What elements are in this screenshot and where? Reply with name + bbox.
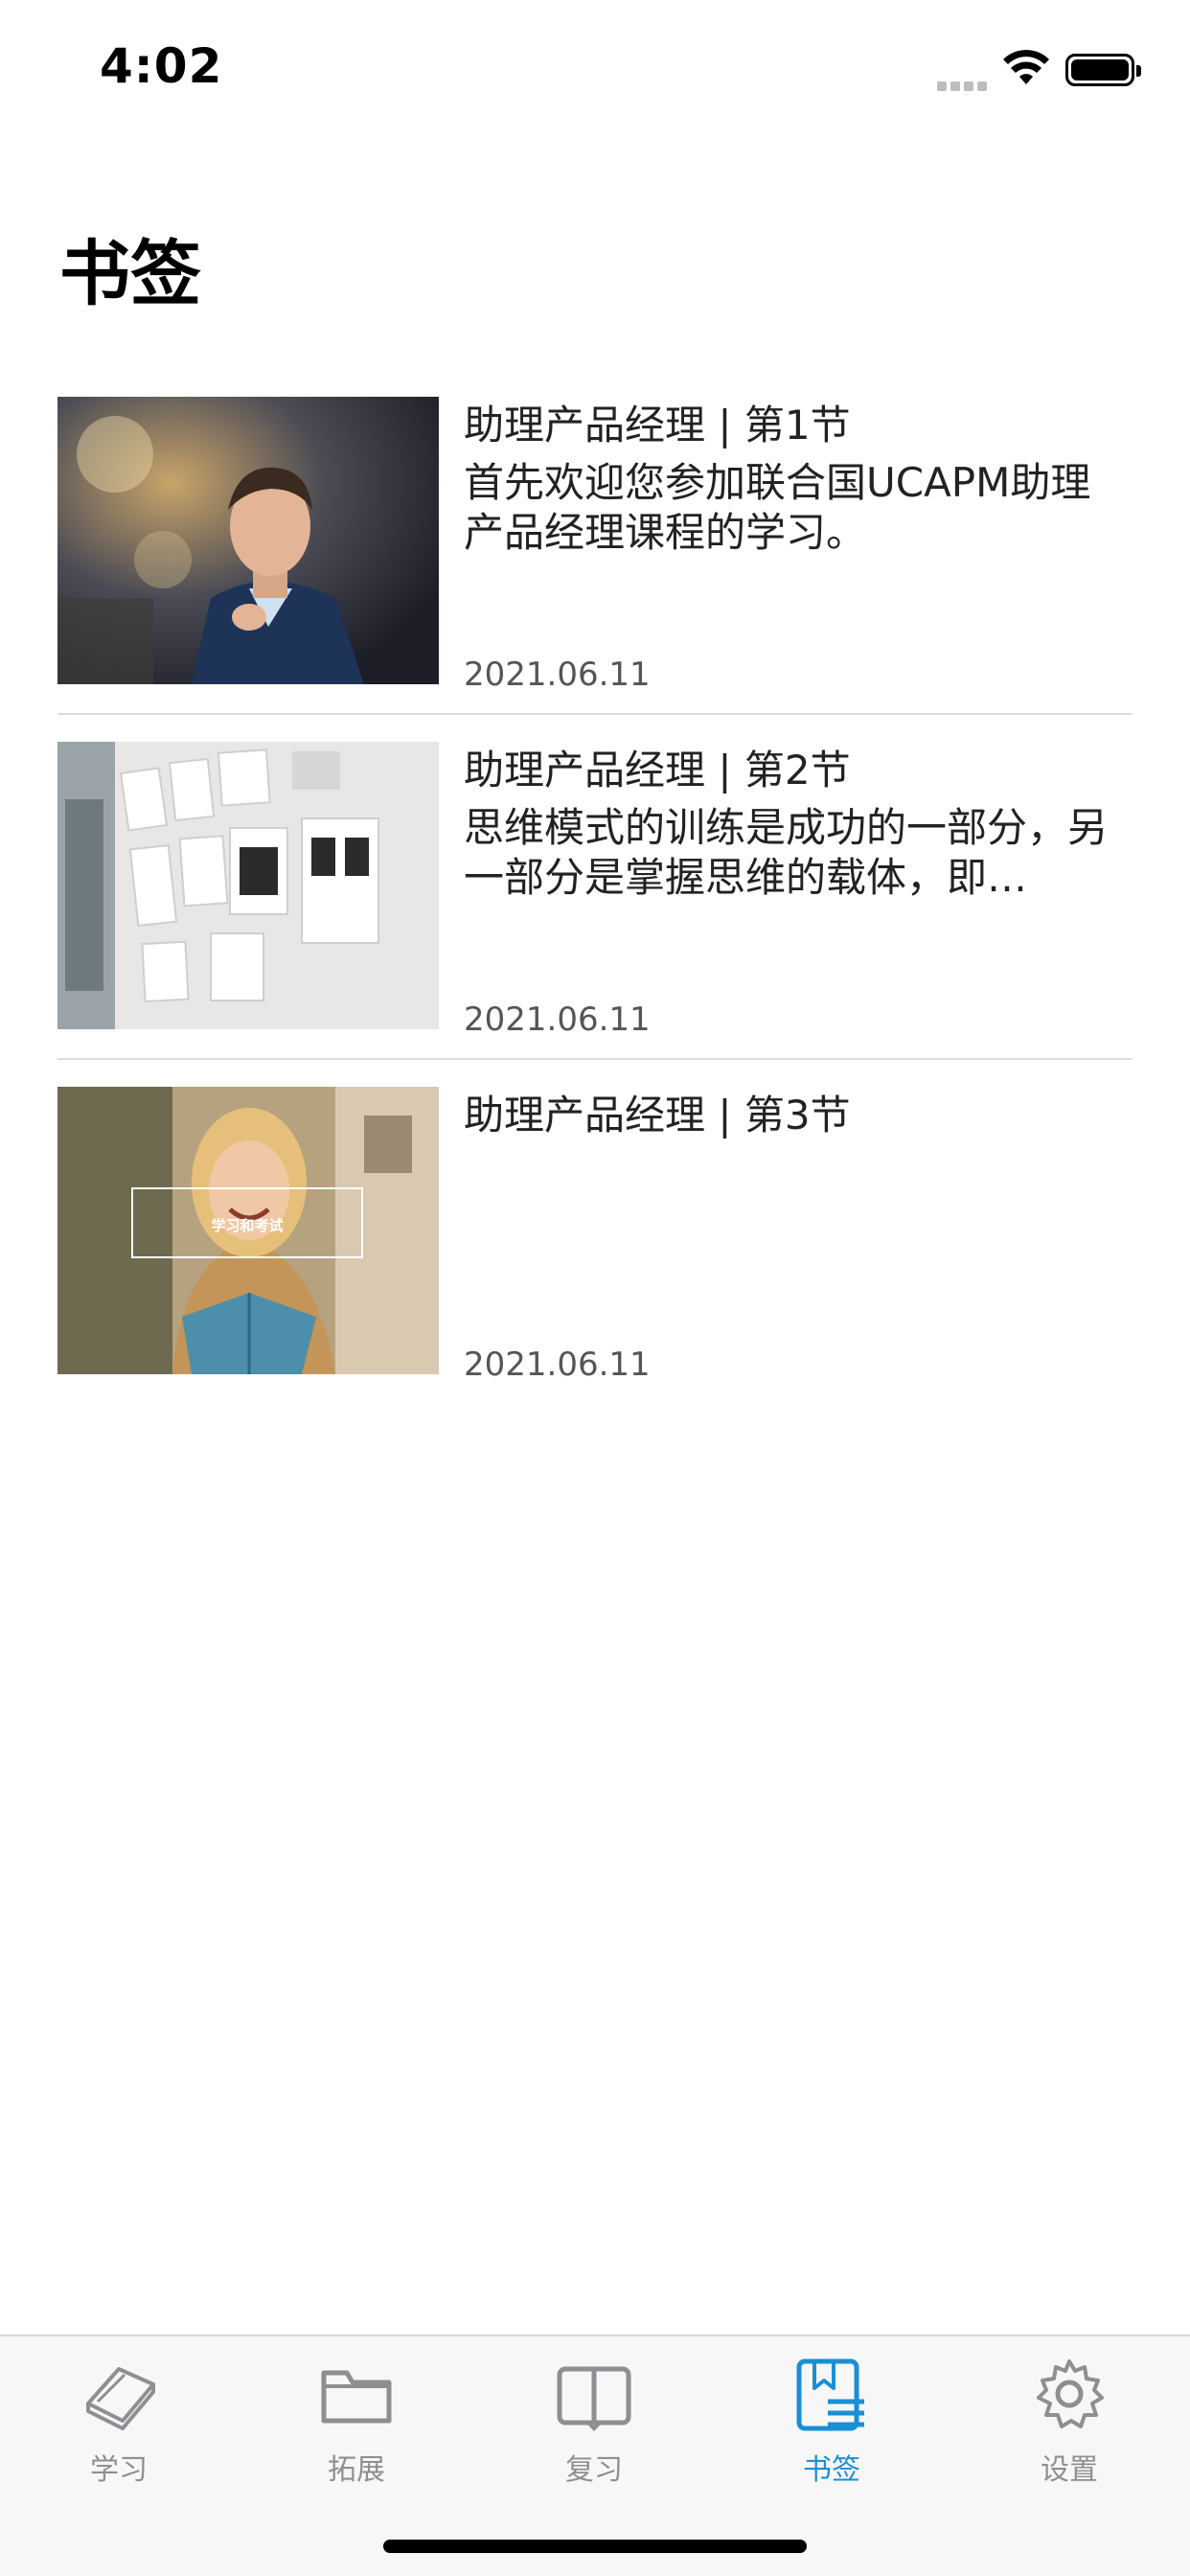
tab-label: 设置 xyxy=(1041,2453,1098,2487)
bookmark-item[interactable]: 助理产品经理 | 第2节 思维模式的训练是成功的一部分，另一部分是掌握思维的载体… xyxy=(57,742,1133,1087)
bookmark-list-icon xyxy=(796,2358,864,2431)
tab-label: 书签 xyxy=(803,2453,860,2487)
tab-extend[interactable]: 拓展 xyxy=(238,2336,475,2499)
tab-review[interactable]: 复习 xyxy=(475,2336,713,2499)
bookmark-description: 思维模式的训练是成功的一部分，另一部分是掌握思维的载体，即… xyxy=(464,804,1109,901)
bookmark-item[interactable]: 助理产品经理 | 第1节 首先欢迎您参加联合国UCAPM助理产品经理课程的学习。… xyxy=(57,397,1133,742)
folder-icon xyxy=(321,2370,392,2424)
status-time: 4:02 xyxy=(100,38,223,94)
bookmark-date: 2021.06.11 xyxy=(464,656,651,694)
book-icon xyxy=(86,2367,155,2430)
bookmark-title: 助理产品经理 | 第2节 xyxy=(464,747,851,794)
gear-icon xyxy=(1037,2359,1104,2428)
tab-settings[interactable]: 设置 xyxy=(950,2336,1188,2499)
divider xyxy=(57,1058,1133,1060)
tab-label: 拓展 xyxy=(328,2453,385,2487)
bookmark-title: 助理产品经理 | 第1节 xyxy=(464,402,851,448)
divider xyxy=(57,713,1133,715)
bookmark-description: 首先欢迎您参加联合国UCAPM助理产品经理课程的学习。 xyxy=(464,459,1091,556)
bookmark-list: 助理产品经理 | 第1节 首先欢迎您参加联合国UCAPM助理产品经理课程的学习。… xyxy=(57,397,1133,1432)
status-bar: 4:02 xyxy=(0,0,1190,134)
bookmark-date: 2021.06.11 xyxy=(464,1000,651,1039)
woman-reading-book-photo: 学习和考试 xyxy=(57,1087,439,1374)
image-caption: 学习和考试 xyxy=(211,1217,283,1234)
wall-wireframes-photo xyxy=(57,742,439,1029)
tab-label: 复习 xyxy=(565,2453,623,2487)
tab-label: 学习 xyxy=(90,2453,148,2487)
tab-study[interactable]: 学习 xyxy=(0,2336,238,2499)
wifi-icon xyxy=(1003,50,1049,84)
tab-bookmarks[interactable]: 书签 xyxy=(713,2336,950,2499)
page-title: 书签 xyxy=(59,233,201,315)
man-in-suit-photo xyxy=(57,397,439,684)
bookmark-title: 助理产品经理 | 第3节 xyxy=(464,1092,851,1138)
cellular-signal-icon xyxy=(937,77,991,95)
bookmark-date: 2021.06.11 xyxy=(464,1346,651,1384)
open-book-icon xyxy=(557,2366,631,2431)
home-indicator xyxy=(383,2540,807,2553)
bookmark-item[interactable]: 学习和考试 助理产品经理 | 第3节 2021.06.11 xyxy=(57,1087,1133,1432)
battery-icon xyxy=(1065,54,1141,86)
